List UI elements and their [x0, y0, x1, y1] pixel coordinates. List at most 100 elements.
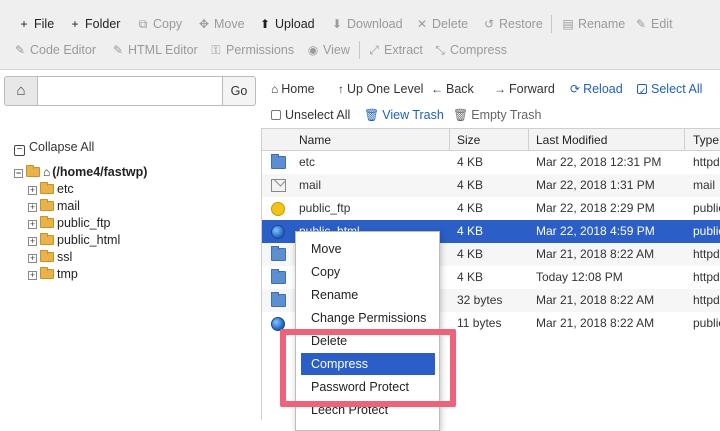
compress-toolbar-label: Compress	[450, 43, 507, 57]
tree-item-ssl[interactable]: + ssl	[28, 249, 72, 266]
upload-icon: ⬆	[259, 17, 271, 31]
expand-toggle-icon[interactable]: +	[28, 186, 37, 195]
tree-item-public-ftp[interactable]: + public_ftp	[28, 215, 111, 232]
up-one-level-button[interactable]: ↑ Up One Level	[338, 78, 423, 100]
context-menu-item-move[interactable]: Move	[301, 238, 435, 260]
reload-icon: ⟳	[570, 82, 581, 96]
home-icon: ⌂	[16, 82, 26, 99]
expand-toggle-icon[interactable]: +	[28, 220, 37, 229]
tree-item-etc[interactable]: + etc	[28, 181, 74, 198]
view-label: View	[323, 43, 350, 57]
compress-toolbar-button[interactable]: ⤡ Compress	[433, 38, 507, 62]
delete-label: Delete	[432, 17, 469, 31]
edit-button[interactable]: ✎ Edit	[634, 12, 673, 36]
file-type: public	[693, 316, 720, 330]
trash-icon: 🗑	[364, 108, 380, 122]
column-header-size[interactable]: Size	[457, 129, 480, 151]
download-label: Download	[347, 17, 403, 31]
tree-item-public-html[interactable]: + public_html	[28, 232, 120, 249]
collapse-all-link[interactable]: − Collapse All	[14, 140, 94, 156]
column-header-type[interactable]: Type	[693, 129, 719, 151]
tree-root[interactable]: − ⌂ (/home4/fastwp)	[14, 164, 147, 181]
collapse-toggle-icon[interactable]: −	[14, 169, 23, 178]
up-one-level-label: Up One Level	[347, 82, 424, 96]
mail-icon	[271, 179, 286, 192]
folder-icon	[40, 233, 54, 245]
copy-label: Copy	[153, 17, 183, 31]
home-button[interactable]: ⌂ Home	[271, 78, 315, 100]
home-directory-button[interactable]: ⌂	[4, 76, 38, 106]
code-editor-label: Code Editor	[30, 43, 97, 57]
new-file-button[interactable]: + File	[17, 12, 54, 36]
tree-item-tmp[interactable]: + tmp	[28, 266, 78, 283]
view-trash-label: View Trash	[382, 108, 444, 122]
column-header-name[interactable]: Name	[299, 129, 331, 151]
key-icon: ⚿	[211, 43, 221, 57]
forward-button[interactable]: → Forward	[494, 78, 555, 100]
arrow-left-icon: ←	[431, 82, 443, 96]
table-row[interactable]: public_ftp 4 KB Mar 22, 2018 2:29 PM pub…	[262, 197, 720, 220]
restore-button[interactable]: ↺ Restore	[482, 12, 543, 36]
eye-icon: ◉	[307, 43, 319, 57]
column-divider[interactable]	[449, 129, 450, 151]
go-button[interactable]: Go	[222, 76, 256, 106]
empty-trash-button[interactable]: 🗑 Empty Trash	[453, 104, 541, 126]
globe-icon	[271, 225, 285, 239]
context-menu-item-compress[interactable]: Compress	[301, 353, 435, 375]
tree-item-mail[interactable]: + mail	[28, 198, 80, 215]
context-menu-item-rename[interactable]: Rename	[301, 284, 435, 306]
forward-label: Forward	[509, 82, 555, 96]
copy-button[interactable]: ⧉ Copy	[136, 12, 182, 36]
context-menu-item-copy[interactable]: Copy	[301, 261, 435, 283]
expand-toggle-icon[interactable]: +	[28, 203, 37, 212]
permissions-button[interactable]: ⚿ Permissions	[209, 38, 294, 62]
context-menu-item-change-permissions[interactable]: Change Permissions	[301, 307, 435, 329]
file-type: httpd/	[693, 270, 720, 284]
new-folder-label: Folder	[85, 17, 121, 31]
folder-icon	[40, 199, 54, 211]
column-divider[interactable]	[528, 129, 529, 151]
expand-toggle-icon[interactable]: +	[28, 237, 37, 246]
context-menu-item-delete[interactable]: Delete	[301, 330, 435, 352]
unselect-all-button[interactable]: Unselect All	[271, 104, 350, 126]
checkbox-empty-icon	[271, 110, 281, 120]
view-trash-button[interactable]: 🗑 View Trash	[364, 104, 444, 126]
rename-button[interactable]: ▤ Rename	[561, 12, 625, 36]
reload-button[interactable]: ⟳ Reload	[570, 78, 623, 100]
navigation-bar: ⌂ Home ↑ Up One Level ← Back → Forward ⟳ Relo…	[262, 78, 720, 102]
select-all-button[interactable]: Select All	[637, 78, 702, 102]
column-header-last-modified[interactable]: Last Modified	[536, 129, 607, 151]
context-menu-item-password-protect[interactable]: Password Protect	[301, 376, 435, 398]
delete-button[interactable]: ✕ Delete	[415, 12, 468, 36]
code-editor-button[interactable]: ✎ Code Editor	[13, 38, 96, 62]
file-modified: Mar 21, 2018 8:22 AM	[536, 247, 655, 261]
file-type: public	[693, 201, 720, 215]
expand-toggle-icon[interactable]: +	[28, 254, 37, 263]
expand-toggle-icon[interactable]: +	[28, 271, 37, 280]
back-button[interactable]: ← Back	[431, 78, 474, 100]
folder-icon	[271, 292, 286, 307]
globe-icon	[271, 317, 285, 331]
column-divider[interactable]	[684, 129, 685, 151]
download-button[interactable]: ⬇ Download	[330, 12, 403, 36]
arrow-right-icon: →	[494, 82, 506, 96]
view-button[interactable]: ◉ View	[306, 38, 350, 62]
toolbar-row-2: ✎ Code Editor ✎ HTML Editor ⚿ Permissions ◉…	[0, 38, 720, 62]
table-row[interactable]: etc 4 KB Mar 22, 2018 12:31 PM httpd/	[262, 151, 720, 174]
upload-button[interactable]: ⬆ Upload	[258, 12, 315, 36]
folder-icon	[40, 182, 54, 194]
plus-icon: +	[20, 17, 28, 31]
tree-root-label: (/home4/fastwp)	[52, 165, 148, 179]
extract-button[interactable]: ⤢ Extract	[367, 38, 423, 62]
edit-label: Edit	[651, 17, 673, 31]
html-editor-button[interactable]: ✎ HTML Editor	[111, 38, 198, 62]
path-input[interactable]	[37, 76, 223, 106]
checkbox-checked-icon	[637, 80, 647, 102]
folder-icon	[271, 246, 286, 261]
new-folder-button[interactable]: + Folder	[68, 12, 120, 36]
table-row[interactable]: mail 4 KB Mar 22, 2018 1:31 PM mail	[262, 174, 720, 197]
move-button[interactable]: ✥ Move	[197, 12, 245, 36]
context-menu-item-leech-protect[interactable]: Leech Protect	[301, 399, 435, 421]
collapse-icon: −	[14, 145, 25, 156]
navigation-bar-secondary: Unselect All 🗑 View Trash 🗑 Empty Trash	[262, 104, 720, 126]
